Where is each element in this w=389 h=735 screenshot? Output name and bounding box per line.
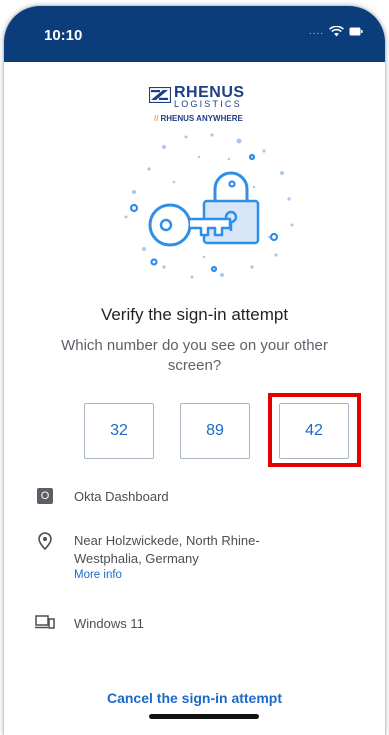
- status-icons: ....: [309, 26, 363, 37]
- more-info-link[interactable]: More info: [74, 569, 274, 581]
- slash-icon: //: [154, 114, 159, 123]
- highlight-box: [268, 393, 361, 467]
- number-option-32[interactable]: 32: [84, 403, 154, 459]
- device-row: Windows 11: [34, 615, 144, 633]
- device-name: Windows 11: [74, 616, 144, 631]
- rhenus-logo: RHENUS LOGISTICS //RHENUS ANYWHERE: [149, 84, 259, 126]
- verify-question: Which number do you see on your other sc…: [61, 337, 328, 374]
- battery-icon: [349, 27, 363, 36]
- location-row: Near Holzwickede, North Rhine-Westphalia…: [34, 532, 274, 581]
- logo-tagline-text: RHENUS ANYWHERE: [160, 114, 243, 123]
- app-icon-letter: O: [37, 488, 53, 504]
- verify-title: Verify the sign-in attempt: [100, 305, 289, 324]
- devices-icon: [34, 615, 56, 629]
- app-row: O Okta Dashboard: [34, 488, 169, 506]
- home-indicator[interactable]: [149, 714, 259, 719]
- logo-tagline: //RHENUS ANYWHERE: [154, 114, 243, 123]
- status-time: 10:10: [44, 27, 83, 44]
- phone-frame: 10:10 .... RHENUS LOGISTICS //RHENUS ANY…: [4, 6, 385, 735]
- logo-subtitle: LOGISTICS: [174, 99, 242, 109]
- signal-icon: ....: [308, 26, 324, 37]
- rhenus-mark-icon: [149, 87, 171, 103]
- okta-app-icon: O: [34, 488, 56, 504]
- cancel-signin-button[interactable]: Cancel the sign-in attempt: [4, 690, 385, 706]
- verify-screen: RHENUS LOGISTICS //RHENUS ANYWHERE Verif…: [4, 62, 385, 735]
- location-pin-icon: [34, 532, 56, 550]
- wifi-icon: [329, 26, 344, 37]
- key-lock-illustration: [124, 133, 294, 279]
- status-bar: 10:10 ....: [4, 6, 385, 62]
- app-name: Okta Dashboard: [74, 489, 169, 504]
- number-option-89[interactable]: 89: [180, 403, 250, 459]
- location-text: Near Holzwickede, North Rhine-Westphalia…: [74, 533, 260, 566]
